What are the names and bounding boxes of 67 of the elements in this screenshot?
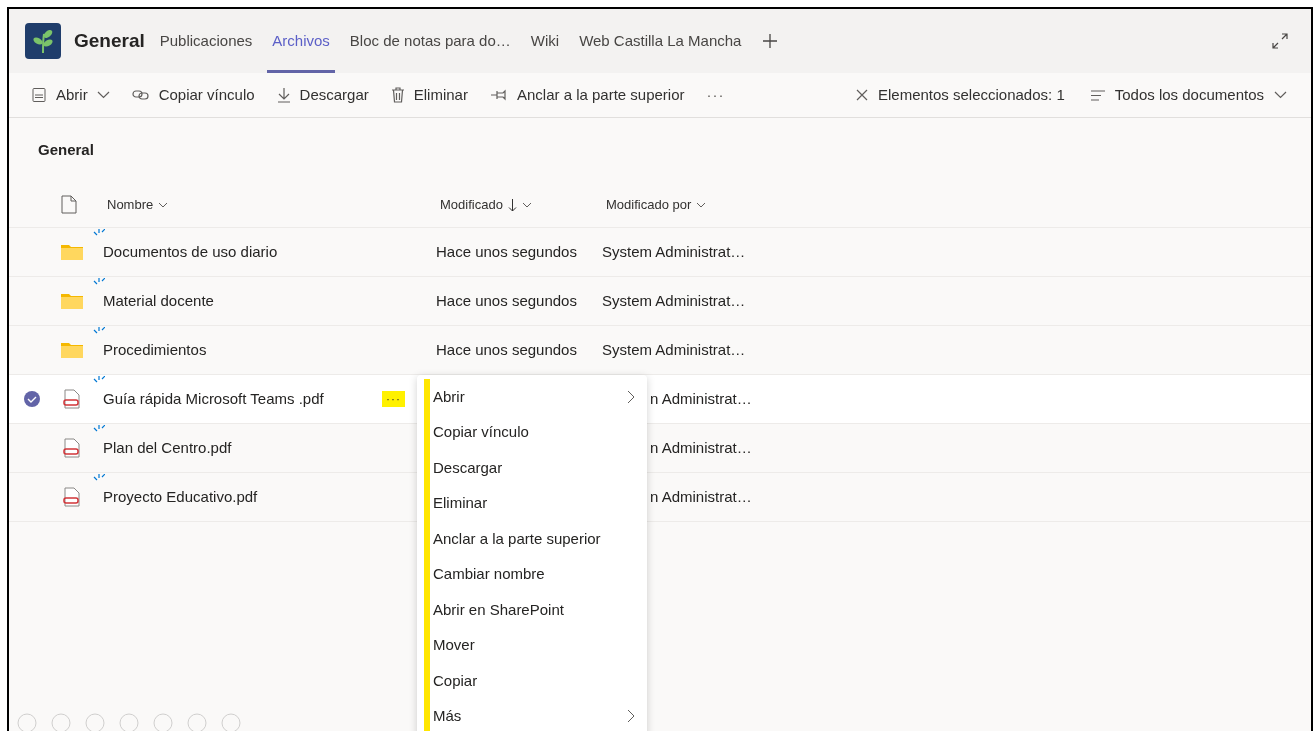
pin-icon <box>489 89 508 101</box>
team-logo-icon <box>25 23 61 59</box>
tab[interactable]: Archivos <box>267 9 335 73</box>
modified-date: Hace unos segundos <box>436 241 578 262</box>
file-name[interactable]: Plan del Centro.pdf <box>103 436 232 460</box>
chevron-down-icon <box>158 201 169 208</box>
table-row[interactable]: Material docente Hace unos segundos System Administrat… <box>9 277 1311 326</box>
menu-item[interactable]: Anclar a la parte superior <box>417 521 647 557</box>
pin-button[interactable]: Anclar a la parte superior <box>489 83 685 107</box>
modified-by: System Administrat… <box>602 339 746 360</box>
file-name[interactable]: Proyecto Educativo.pdf <box>103 485 258 509</box>
sort-down-icon <box>507 197 517 212</box>
file-type-icon <box>61 195 77 214</box>
menu-item[interactable]: Copiar <box>417 663 647 699</box>
menu-item[interactable]: Abrir en SharePoint <box>417 592 647 628</box>
chevron-down-icon <box>696 201 707 208</box>
clear-selection-button[interactable]: Elementos seleccionados: 1 <box>855 83 1065 107</box>
lines-icon <box>1090 89 1105 101</box>
expand-icon[interactable] <box>1271 32 1289 50</box>
modified-date: Hace unos segundos <box>436 339 578 360</box>
pdf-file-icon <box>63 389 81 409</box>
menu-item[interactable]: Mover <box>417 627 647 663</box>
close-icon <box>855 89 868 101</box>
pdf-file-icon <box>63 438 81 458</box>
column-header[interactable]: Modificado por <box>606 194 806 215</box>
tab[interactable]: Publicaciones <box>154 9 258 73</box>
view-dropdown[interactable]: Todos los documentos <box>1090 83 1287 107</box>
modified-by: n Administrat… <box>650 437 752 458</box>
more-button[interactable]: ··· <box>382 391 405 407</box>
pdf-file-icon <box>63 487 81 507</box>
link-button[interactable]: Copiar vínculo <box>131 83 255 107</box>
download-button[interactable]: Descargar <box>276 83 369 107</box>
link-icon <box>131 89 150 101</box>
download-icon <box>276 87 291 103</box>
modified-date: Hace unos segundos <box>436 290 578 311</box>
folder-icon <box>61 293 83 309</box>
tab[interactable]: Web Castilla La Mancha <box>574 9 747 73</box>
column-header[interactable]: Nombre <box>107 194 440 215</box>
chevron-down-icon <box>96 91 110 99</box>
team-name: General <box>74 28 145 53</box>
column-header[interactable]: Modificado <box>440 194 606 215</box>
folder-icon <box>61 342 83 358</box>
file-name[interactable]: Documentos de uso diario <box>103 240 278 264</box>
file-name[interactable]: Procedimientos <box>103 338 207 362</box>
delete-button[interactable]: Eliminar <box>390 83 468 107</box>
breadcrumb: General <box>38 139 94 160</box>
folder-icon <box>61 244 83 260</box>
menu-item[interactable]: Eliminar <box>417 485 647 521</box>
trash-icon <box>390 87 405 103</box>
add-tab-icon[interactable] <box>762 33 779 49</box>
modified-by: n Administrat… <box>650 486 752 507</box>
chevron-right-icon <box>627 709 635 724</box>
chevron-right-icon <box>627 389 635 404</box>
modified-by: System Administrat… <box>602 241 746 262</box>
file-name[interactable]: Guía rápida Microsoft Teams .pdf <box>103 387 324 411</box>
tab[interactable]: Wiki <box>525 9 565 73</box>
chevron-down-icon <box>521 201 532 208</box>
open-button[interactable]: Abrir <box>31 83 110 107</box>
pdf-icon <box>31 87 47 103</box>
chevron-down-icon <box>1274 91 1287 99</box>
file-name[interactable]: Material docente <box>103 289 214 313</box>
tab[interactable]: Bloc de notas para do… <box>344 9 516 73</box>
modified-by: System Administrat… <box>602 290 746 311</box>
table-row[interactable]: Documentos de uso diario Hace unos segundos System Administrat… <box>9 228 1311 277</box>
modified-by: n Administrat… <box>650 388 752 409</box>
more-button[interactable]: ··· <box>706 83 725 107</box>
menu-item[interactable]: Cambiar nombre <box>417 556 647 592</box>
